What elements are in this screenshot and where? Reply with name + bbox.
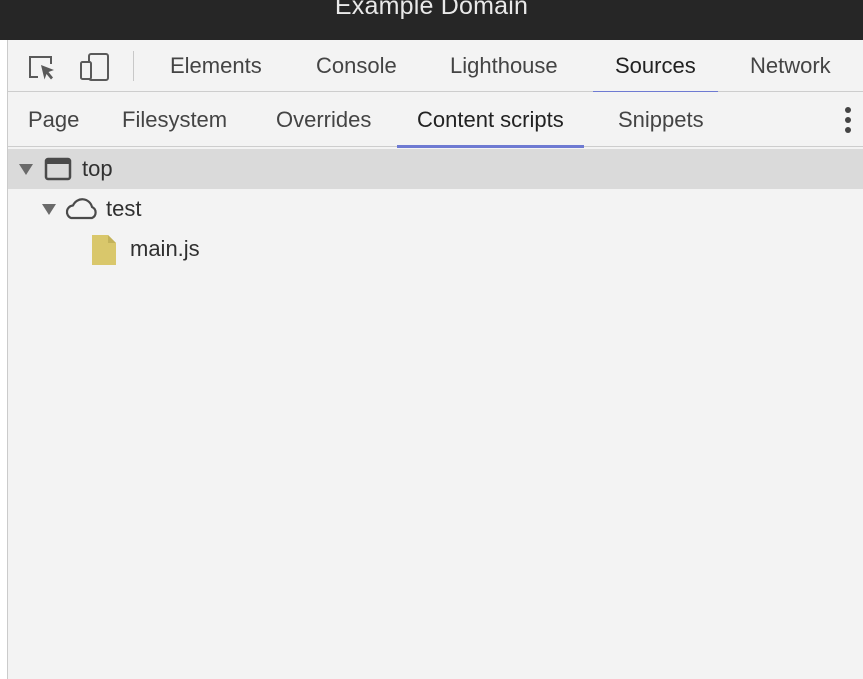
tree-label-main-js: main.js [130, 236, 200, 261]
tree-row-top[interactable]: top [8, 149, 863, 189]
frame-icon [44, 157, 72, 186]
tab-content-scripts[interactable]: Content scripts [397, 92, 584, 148]
tab-elements[interactable]: Elements [148, 40, 284, 92]
tab-overrides[interactable]: Overrides [256, 92, 391, 147]
tab-page[interactable]: Page [8, 92, 99, 147]
tab-console[interactable]: Console [294, 40, 419, 92]
tab-filesystem[interactable]: Filesystem [102, 92, 247, 147]
tab-network[interactable]: Network [728, 40, 853, 92]
tab-sources[interactable]: Sources [593, 40, 718, 93]
tab-snippets[interactable]: Snippets [598, 92, 724, 147]
more-vertical-icon[interactable] [838, 104, 858, 136]
expand-triangle-icon[interactable] [42, 204, 56, 215]
tree-label-top: top [82, 156, 113, 181]
file-icon [91, 234, 117, 271]
window-title: Example Domain [334, 0, 529, 20]
toolbar-separator [133, 51, 134, 81]
tab-lighthouse[interactable]: Lighthouse [428, 40, 580, 92]
inspect-element-icon[interactable] [25, 51, 57, 83]
navigator-tabbar: Page Filesystem Overrides Content script… [8, 92, 863, 148]
tree-label-test: test [106, 196, 142, 221]
window-titlebar: Example Domain [0, 0, 863, 40]
device-toolbar-icon[interactable] [78, 51, 110, 83]
tree-row-test[interactable]: test [8, 189, 863, 229]
tree-row-main-js[interactable]: main.js [8, 229, 863, 269]
expand-triangle-icon[interactable] [19, 164, 33, 175]
cloud-icon [62, 197, 100, 226]
main-toolbar: Elements Console Lighthouse Sources Netw… [8, 40, 863, 93]
devtools-panel: Elements Console Lighthouse Sources Netw… [7, 40, 863, 679]
